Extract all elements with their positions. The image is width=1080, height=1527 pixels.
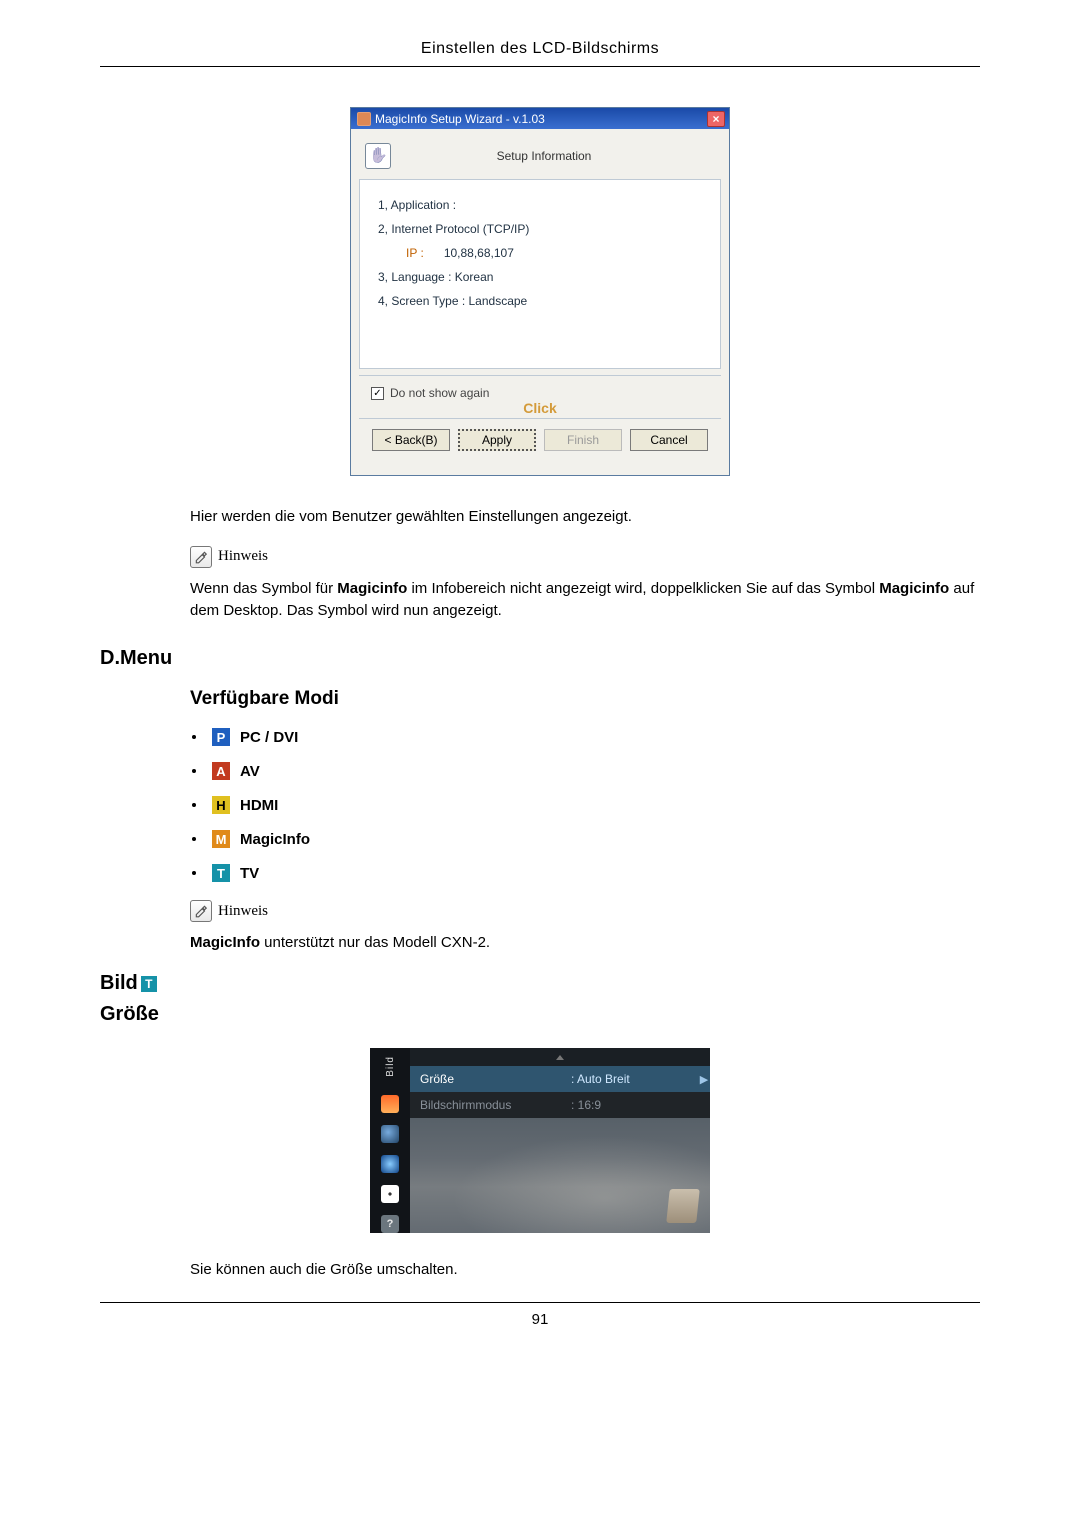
paragraph-settings-shown: Hier werden die vom Benutzer gewählten E… bbox=[190, 506, 980, 528]
note-icon bbox=[190, 546, 212, 568]
t-magicinfo-1: Magicinfo bbox=[337, 580, 407, 597]
chevron-right-icon: ▶ bbox=[698, 1073, 710, 1086]
hand-icon bbox=[365, 143, 391, 169]
bullet-icon bbox=[192, 735, 196, 739]
paragraph-cxn2: MagicInfo unterstützt nur das Modell CXN… bbox=[190, 932, 980, 954]
mode-hdmi: H HDMI bbox=[192, 796, 980, 814]
mode-label: PC / DVI bbox=[240, 729, 298, 746]
mode-label: HDMI bbox=[240, 797, 278, 814]
info-row-language: 3, Language : Korean bbox=[378, 270, 702, 284]
wizard-app-icon bbox=[357, 112, 371, 126]
wizard-button-row: < Back(B) Apply Finish Cancel bbox=[359, 419, 721, 463]
do-not-show-label: Do not show again bbox=[390, 386, 489, 400]
hinweis-row-2: Hinweis bbox=[190, 900, 980, 922]
bullet-icon bbox=[192, 837, 196, 841]
osd-gear-icon[interactable] bbox=[381, 1185, 399, 1203]
bild-heading: Bild T bbox=[100, 972, 980, 995]
available-modes-heading: Verfügbare Modi bbox=[190, 688, 980, 710]
mode-label: MagicInfo bbox=[240, 831, 310, 848]
paragraph-magicinfo-icon: Wenn das Symbol für Magicinfo im Infober… bbox=[190, 578, 980, 622]
badge-t-icon: T bbox=[141, 976, 157, 992]
t-magicinfo-2: Magicinfo bbox=[879, 580, 949, 597]
finish-button: Finish bbox=[544, 429, 622, 451]
wizard-titlebar: MagicInfo Setup Wizard - v.1.03 × bbox=[351, 108, 729, 129]
note-icon bbox=[190, 900, 212, 922]
wizard-title-text: MagicInfo Setup Wizard - v.1.03 bbox=[375, 112, 545, 126]
checkbox-checked-icon[interactable]: ✓ bbox=[371, 387, 384, 400]
setup-info-panel: 1, Application : 2, Internet Protocol (T… bbox=[359, 179, 721, 369]
ip-label: IP : bbox=[406, 246, 424, 260]
groesse-heading: Größe bbox=[100, 1003, 980, 1026]
osd-side-label: Bild bbox=[385, 1056, 396, 1077]
ip-value: 10,88,68,107 bbox=[444, 246, 514, 260]
hinweis-label: Hinweis bbox=[218, 903, 268, 920]
osd-globe-icon[interactable] bbox=[381, 1125, 399, 1143]
dmenu-heading: D.Menu bbox=[100, 647, 980, 670]
mode-av: A AV bbox=[192, 762, 980, 780]
do-not-show-row[interactable]: ✓ Do not show again bbox=[359, 376, 721, 402]
mode-pc-dvi: P PC / DVI bbox=[192, 728, 980, 746]
badge-p-icon: P bbox=[212, 728, 230, 746]
osd-cell-label: Bildschirmmodus bbox=[410, 1098, 565, 1112]
info-row-screentype: 4, Screen Type : Landscape bbox=[378, 294, 702, 308]
info-row-ip: IP : 10,88,68,107 bbox=[406, 246, 702, 260]
setup-info-heading: Setup Information bbox=[401, 149, 717, 163]
back-button[interactable]: < Back(B) bbox=[372, 429, 450, 451]
hinweis-label: Hinweis bbox=[218, 548, 268, 565]
t-magicinfo-3: MagicInfo bbox=[190, 934, 260, 951]
cancel-button[interactable]: Cancel bbox=[630, 429, 708, 451]
chevron-up-icon bbox=[556, 1055, 564, 1060]
bullet-icon bbox=[192, 769, 196, 773]
mode-label: AV bbox=[240, 763, 260, 780]
osd-help-icon[interactable]: ? bbox=[381, 1215, 399, 1233]
wizard-window: MagicInfo Setup Wizard - v.1.03 × Setup … bbox=[350, 107, 730, 476]
bild-label: Bild bbox=[100, 972, 138, 995]
osd-topbar bbox=[410, 1048, 710, 1066]
info-row-protocol: 2, Internet Protocol (TCP/IP) bbox=[378, 222, 702, 236]
t-pre: Wenn das Symbol für bbox=[190, 580, 337, 597]
osd-row-groesse[interactable]: Größe : Auto Breit ▶ bbox=[410, 1066, 710, 1092]
osd-signal-icon[interactable] bbox=[381, 1155, 399, 1173]
mode-tv: T TV bbox=[192, 864, 980, 882]
osd-cell-label: Größe bbox=[410, 1072, 565, 1086]
hinweis-row-1: Hinweis bbox=[190, 546, 980, 568]
page-number: 91 bbox=[100, 1302, 980, 1328]
t-cxn: unterstützt nur das Modell CXN-2. bbox=[260, 934, 490, 951]
osd-screenshot: Bild ? Größe : Auto Breit ▶ Bildschirmmo… bbox=[100, 1048, 980, 1233]
osd-background-image bbox=[410, 1118, 710, 1233]
bullet-icon bbox=[192, 803, 196, 807]
osd-sidebar: Bild ? bbox=[370, 1048, 410, 1233]
osd-menu: Bild ? Größe : Auto Breit ▶ Bildschirmmo… bbox=[370, 1048, 710, 1233]
modes-list: P PC / DVI A AV H HDMI M MagicInfo T TV bbox=[192, 728, 980, 882]
badge-a-icon: A bbox=[212, 762, 230, 780]
bullet-icon bbox=[192, 871, 196, 875]
badge-h-icon: H bbox=[212, 796, 230, 814]
badge-t-icon: T bbox=[212, 864, 230, 882]
close-icon[interactable]: × bbox=[707, 111, 725, 127]
wizard-screenshot: MagicInfo Setup Wizard - v.1.03 × Setup … bbox=[100, 107, 980, 476]
wizard-body: Setup Information 1, Application : 2, In… bbox=[351, 129, 729, 475]
click-annotation: Click bbox=[359, 400, 721, 416]
osd-row-bildschirmmodus[interactable]: Bildschirmmodus : 16:9 bbox=[410, 1092, 710, 1118]
osd-picture-icon[interactable] bbox=[381, 1095, 399, 1113]
apply-button[interactable]: Apply bbox=[458, 429, 536, 451]
t-mid: im Infobereich nicht angezeigt wird, dop… bbox=[407, 580, 879, 597]
page-header: Einstellen des LCD-Bildschirms bbox=[100, 40, 980, 67]
paragraph-size-switch: Sie können auch die Größe umschalten. bbox=[190, 1259, 980, 1281]
osd-cell-value: : Auto Breit bbox=[565, 1072, 698, 1086]
osd-main: Größe : Auto Breit ▶ Bildschirmmodus : 1… bbox=[410, 1048, 710, 1233]
mode-magicinfo: M MagicInfo bbox=[192, 830, 980, 848]
info-row-application: 1, Application : bbox=[378, 198, 702, 212]
mode-label: TV bbox=[240, 865, 259, 882]
badge-m-icon: M bbox=[212, 830, 230, 848]
osd-cell-value: : 16:9 bbox=[565, 1098, 698, 1112]
